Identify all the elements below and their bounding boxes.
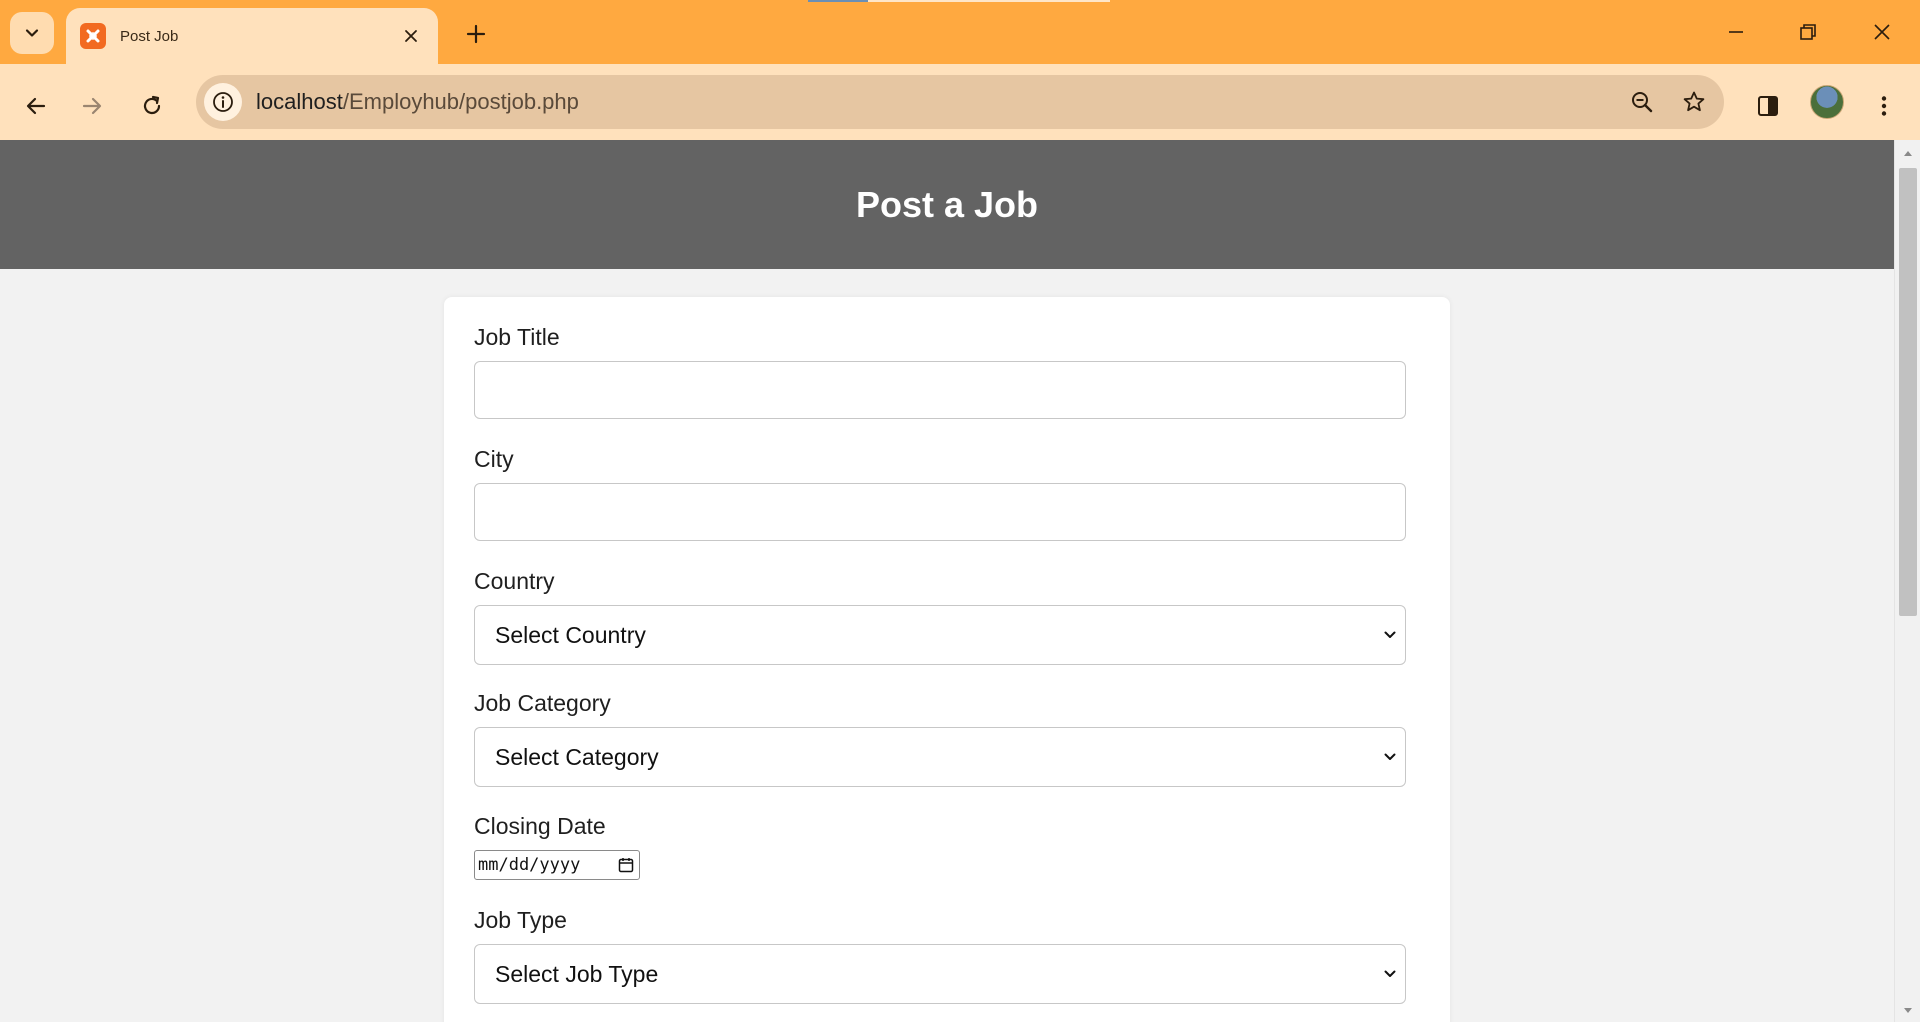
reload-icon <box>143 95 161 115</box>
chevron-down-icon <box>1375 628 1405 642</box>
calendar-icon[interactable] <box>613 857 639 873</box>
country-label: Country <box>474 568 555 594</box>
forward-button[interactable] <box>70 84 114 128</box>
address-bar[interactable]: localhost/Employhub/postjob.php <box>196 75 1724 129</box>
close-icon <box>405 30 417 42</box>
browser-toolbar: localhost/Employhub/postjob.php <box>0 64 1920 140</box>
star-icon <box>1683 91 1705 112</box>
browser-tab-active[interactable]: Post Job <box>66 8 438 64</box>
tab-title: Post Job <box>120 27 179 45</box>
kebab-menu-icon <box>1881 96 1887 116</box>
url-host: localhost <box>256 89 343 114</box>
bookmark-button[interactable] <box>1672 80 1716 124</box>
restore-icon <box>1800 24 1816 40</box>
plus-icon <box>466 24 486 44</box>
info-icon <box>213 92 233 112</box>
profile-avatar[interactable] <box>1810 85 1844 119</box>
category-label: Job Category <box>474 690 611 716</box>
tab-strip: Post Job <box>0 0 1920 64</box>
minimize-button[interactable] <box>1706 10 1766 54</box>
scrollbar-thumb[interactable] <box>1899 168 1917 616</box>
close-tab-button[interactable] <box>398 23 424 49</box>
scroll-down-arrow[interactable] <box>1895 1002 1920 1020</box>
post-job-form: Job Title City Country Select Country Jo… <box>444 297 1450 1022</box>
job-title-input[interactable] <box>474 361 1406 419</box>
close-icon <box>1874 24 1890 40</box>
job-type-select[interactable]: Select Job Type <box>474 944 1406 1004</box>
job-type-select-value: Select Job Type <box>495 960 659 987</box>
minimize-icon <box>1729 31 1743 33</box>
side-panel-button[interactable] <box>1746 84 1790 128</box>
tab-strip-indicator <box>868 0 1110 2</box>
tab-strip-indicator <box>808 0 868 2</box>
category-select-value: Select Category <box>495 743 659 770</box>
back-button[interactable] <box>14 84 58 128</box>
country-select-value: Select Country <box>495 621 646 648</box>
closing-date-input[interactable]: mm/dd/yyyy <box>474 850 640 880</box>
new-tab-button[interactable] <box>456 14 496 54</box>
chevron-down-icon <box>1375 967 1405 981</box>
page-title: Post a Job <box>855 183 1039 225</box>
side-panel-icon <box>1758 96 1778 116</box>
url-text: localhost/Employhub/postjob.php <box>256 89 1620 115</box>
scroll-up-arrow[interactable] <box>1895 144 1920 162</box>
restore-button[interactable] <box>1778 10 1838 54</box>
chevron-down-icon <box>1375 750 1405 764</box>
job-title-label: Job Title <box>474 324 560 350</box>
site-info-button[interactable] <box>204 83 242 121</box>
closing-date-placeholder: mm/dd/yyyy <box>478 855 581 875</box>
tab-search-button[interactable] <box>10 12 54 54</box>
zoom-button[interactable] <box>1620 80 1664 124</box>
arrow-left-icon <box>26 97 46 115</box>
browser-menu-button[interactable] <box>1862 84 1906 128</box>
close-window-button[interactable] <box>1852 10 1912 54</box>
city-input[interactable] <box>474 483 1406 541</box>
city-label: City <box>474 446 514 472</box>
arrow-right-icon <box>82 97 102 115</box>
chevron-down-icon <box>25 29 39 37</box>
page-header: Post a Job <box>0 140 1894 269</box>
xampp-icon <box>80 23 106 49</box>
url-path: /Employhub/postjob.php <box>342 89 579 114</box>
page-scrollbar[interactable] <box>1894 140 1920 1022</box>
job-type-label: Job Type <box>474 907 567 933</box>
country-select[interactable]: Select Country <box>474 605 1406 665</box>
category-select[interactable]: Select Category <box>474 727 1406 787</box>
zoom-out-icon <box>1632 92 1653 113</box>
closing-date-label: Closing Date <box>474 813 606 839</box>
page-viewport: Post a Job Job Title City Country Select… <box>0 140 1894 1022</box>
reload-button[interactable] <box>130 84 174 128</box>
